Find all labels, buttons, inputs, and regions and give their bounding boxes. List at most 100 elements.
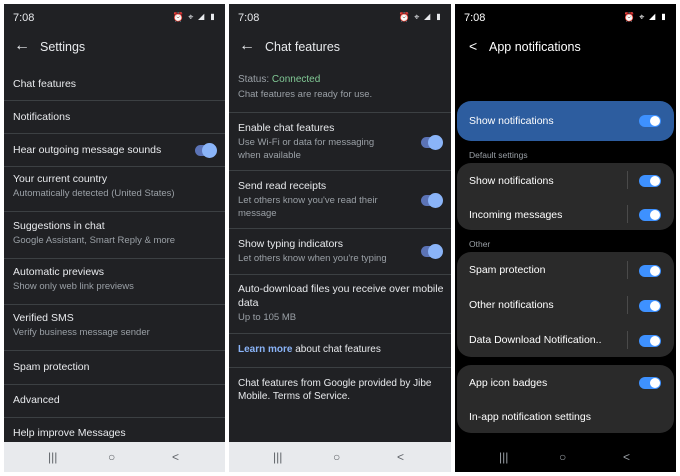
footer-line[interactable]: Mobile. Terms of Service. xyxy=(238,391,350,402)
settings-item-previews[interactable]: Automatic previews Show only web link pr… xyxy=(4,259,225,305)
status-time: 7:08 xyxy=(464,12,486,24)
item-title: data xyxy=(238,297,259,309)
row-label: Show notifications xyxy=(469,115,554,127)
section-header-other: Other xyxy=(469,239,491,249)
settings-screen: 7:08 ⏰ ⌖ ◢ ▮ ← Settings Chat features No… xyxy=(4,4,225,472)
back-arrow-icon[interactable]: ← xyxy=(239,38,255,54)
home-icon[interactable]: ○ xyxy=(559,450,566,464)
item-subtitle: Let others know you've read their xyxy=(238,195,378,206)
learn-more-link[interactable]: Learn more xyxy=(238,344,292,355)
nav-bar: ||| ○ < xyxy=(4,442,225,472)
settings-item-country[interactable]: Your current country Automatically detec… xyxy=(4,167,225,212)
page-title: App notifications xyxy=(489,40,581,54)
row-label: App icon badges xyxy=(469,377,548,389)
item-title: Auto-download files you receive over mob… xyxy=(238,283,444,295)
row-label: Data Download Notification.. xyxy=(469,334,602,346)
show-notifications-main-toggle[interactable] xyxy=(639,115,661,127)
recents-icon[interactable]: ||| xyxy=(273,450,282,464)
item-subtitle: Use Wi-Fi or data for messaging xyxy=(238,137,375,148)
item-title: Spam protection xyxy=(13,361,90,373)
row-in-app-notifications[interactable]: In-app notification settings xyxy=(457,399,674,433)
auto-download-files[interactable]: Auto-download files you receive over mob… xyxy=(229,275,451,334)
row-incoming-messages[interactable]: Incoming messages xyxy=(457,197,674,230)
enable-chat-toggle[interactable] xyxy=(421,135,443,150)
item-subtitle: Google Assistant, Smart Reply & more xyxy=(13,235,176,246)
status-time: 7:08 xyxy=(238,12,260,24)
row-label: Spam protection xyxy=(469,264,546,276)
outgoing-sounds-toggle[interactable] xyxy=(195,143,217,158)
status-label: Status: xyxy=(238,74,270,85)
settings-item-chat-features[interactable]: Chat features xyxy=(4,70,225,101)
spam-protection-toggle[interactable] xyxy=(639,265,661,277)
status-bar: 7:08 ⏰ ⌖ ◢ ▮ xyxy=(455,4,676,28)
item-title: Notifications xyxy=(13,111,71,123)
settings-item-advanced[interactable]: Advanced xyxy=(4,385,225,418)
app-icon-badges-toggle[interactable] xyxy=(639,377,661,389)
settings-item-notifications[interactable]: Notifications xyxy=(4,101,225,134)
incoming-messages-toggle[interactable] xyxy=(639,209,661,221)
settings-item-suggestions[interactable]: Suggestions in chat Google Assistant, Sm… xyxy=(4,212,225,259)
back-arrow-icon[interactable]: ← xyxy=(14,38,30,54)
recents-icon[interactable]: ||| xyxy=(499,450,508,464)
other-notifications-toggle[interactable] xyxy=(639,300,661,312)
default-settings-card: Show notifications Incoming messages xyxy=(457,163,674,230)
app-notifications-screen: 7:08 ⏰ ⌖ ◢ ▮ < App notifications Show no… xyxy=(455,4,676,472)
item-title: Help improve Messages xyxy=(13,427,126,439)
data-download-toggle[interactable] xyxy=(639,335,661,347)
page-title: Settings xyxy=(40,40,86,54)
send-read-receipts[interactable]: Send read receipts Let others know you'v… xyxy=(229,171,451,229)
back-nav-icon[interactable]: < xyxy=(397,450,404,464)
chat-features-screen: 7:08 ⏰ ⌖ ◢ ▮ ← Chat features Status: Con… xyxy=(229,4,451,472)
status-icons: ⏰ ⌖ ◢ ▮ xyxy=(623,12,668,22)
back-nav-icon[interactable]: < xyxy=(172,450,179,464)
home-icon[interactable]: ○ xyxy=(108,450,115,464)
row-show-notifications[interactable]: Show notifications xyxy=(457,163,674,196)
read-receipts-toggle[interactable] xyxy=(421,193,443,208)
show-typing-indicators[interactable]: Show typing indicators Let others know w… xyxy=(229,229,451,275)
item-subtitle: Verify business message sender xyxy=(13,327,150,338)
recents-icon[interactable]: ||| xyxy=(48,450,57,464)
show-notifications-main-card[interactable]: Show notifications xyxy=(457,101,674,141)
footer-block: Chat features from Google provided by Ji… xyxy=(229,368,451,428)
item-subtitle: when available xyxy=(238,150,301,161)
status-block: Status: Connected Chat features are read… xyxy=(229,70,451,113)
section-header-default: Default settings xyxy=(469,150,528,160)
back-nav-icon[interactable]: < xyxy=(623,450,630,464)
status-time: 7:08 xyxy=(13,12,35,24)
show-notifications-toggle[interactable] xyxy=(639,175,661,187)
back-chevron-icon[interactable]: < xyxy=(469,38,477,54)
badges-card: App icon badges In-app notification sett… xyxy=(457,365,674,433)
row-data-download[interactable]: Data Download Notification.. xyxy=(457,322,674,357)
app-bar: ← Chat features xyxy=(229,28,451,70)
settings-item-help[interactable]: Help improve Messages xyxy=(4,418,225,442)
learn-more-rest: about chat features xyxy=(292,344,381,355)
item-title: Send read receipts xyxy=(238,180,327,192)
status-subtitle: Chat features are ready for use. xyxy=(238,89,373,100)
item-title: Show typing indicators xyxy=(238,238,344,250)
settings-item-verified-sms[interactable]: Verified SMS Verify business message sen… xyxy=(4,305,225,351)
item-subtitle: message xyxy=(238,208,277,219)
status-icons: ⏰ ⌖ ◢ ▮ xyxy=(172,12,217,22)
status-bar: 7:08 ⏰ ⌖ ◢ ▮ xyxy=(4,4,225,28)
item-title: Chat features xyxy=(13,78,77,90)
item-subtitle: Automatically detected (United States) xyxy=(13,188,175,199)
row-label: Incoming messages xyxy=(469,209,563,221)
row-app-icon-badges[interactable]: App icon badges xyxy=(457,365,674,399)
item-title: Advanced xyxy=(13,394,60,406)
nav-bar: ||| ○ < xyxy=(229,442,451,472)
settings-item-spam[interactable]: Spam protection xyxy=(4,351,225,385)
enable-chat-features[interactable]: Enable chat features Use Wi-Fi or data f… xyxy=(229,113,451,171)
item-title: Verified SMS xyxy=(13,312,74,324)
learn-more-row: Learn more about chat features xyxy=(229,334,451,368)
typing-indicators-toggle[interactable] xyxy=(421,244,443,259)
home-icon[interactable]: ○ xyxy=(333,450,340,464)
item-title: Hear outgoing message sounds xyxy=(13,144,162,156)
page-title: Chat features xyxy=(265,40,341,54)
item-title: Automatic previews xyxy=(13,266,105,278)
settings-item-outgoing-sounds[interactable]: Hear outgoing message sounds xyxy=(4,134,225,167)
row-spam-protection[interactable]: Spam protection xyxy=(457,252,674,287)
row-label: Show notifications xyxy=(469,175,554,187)
app-bar: ← Settings xyxy=(4,28,225,70)
row-other-notifications[interactable]: Other notifications xyxy=(457,287,674,322)
status-bar: 7:08 ⏰ ⌖ ◢ ▮ xyxy=(229,4,451,28)
